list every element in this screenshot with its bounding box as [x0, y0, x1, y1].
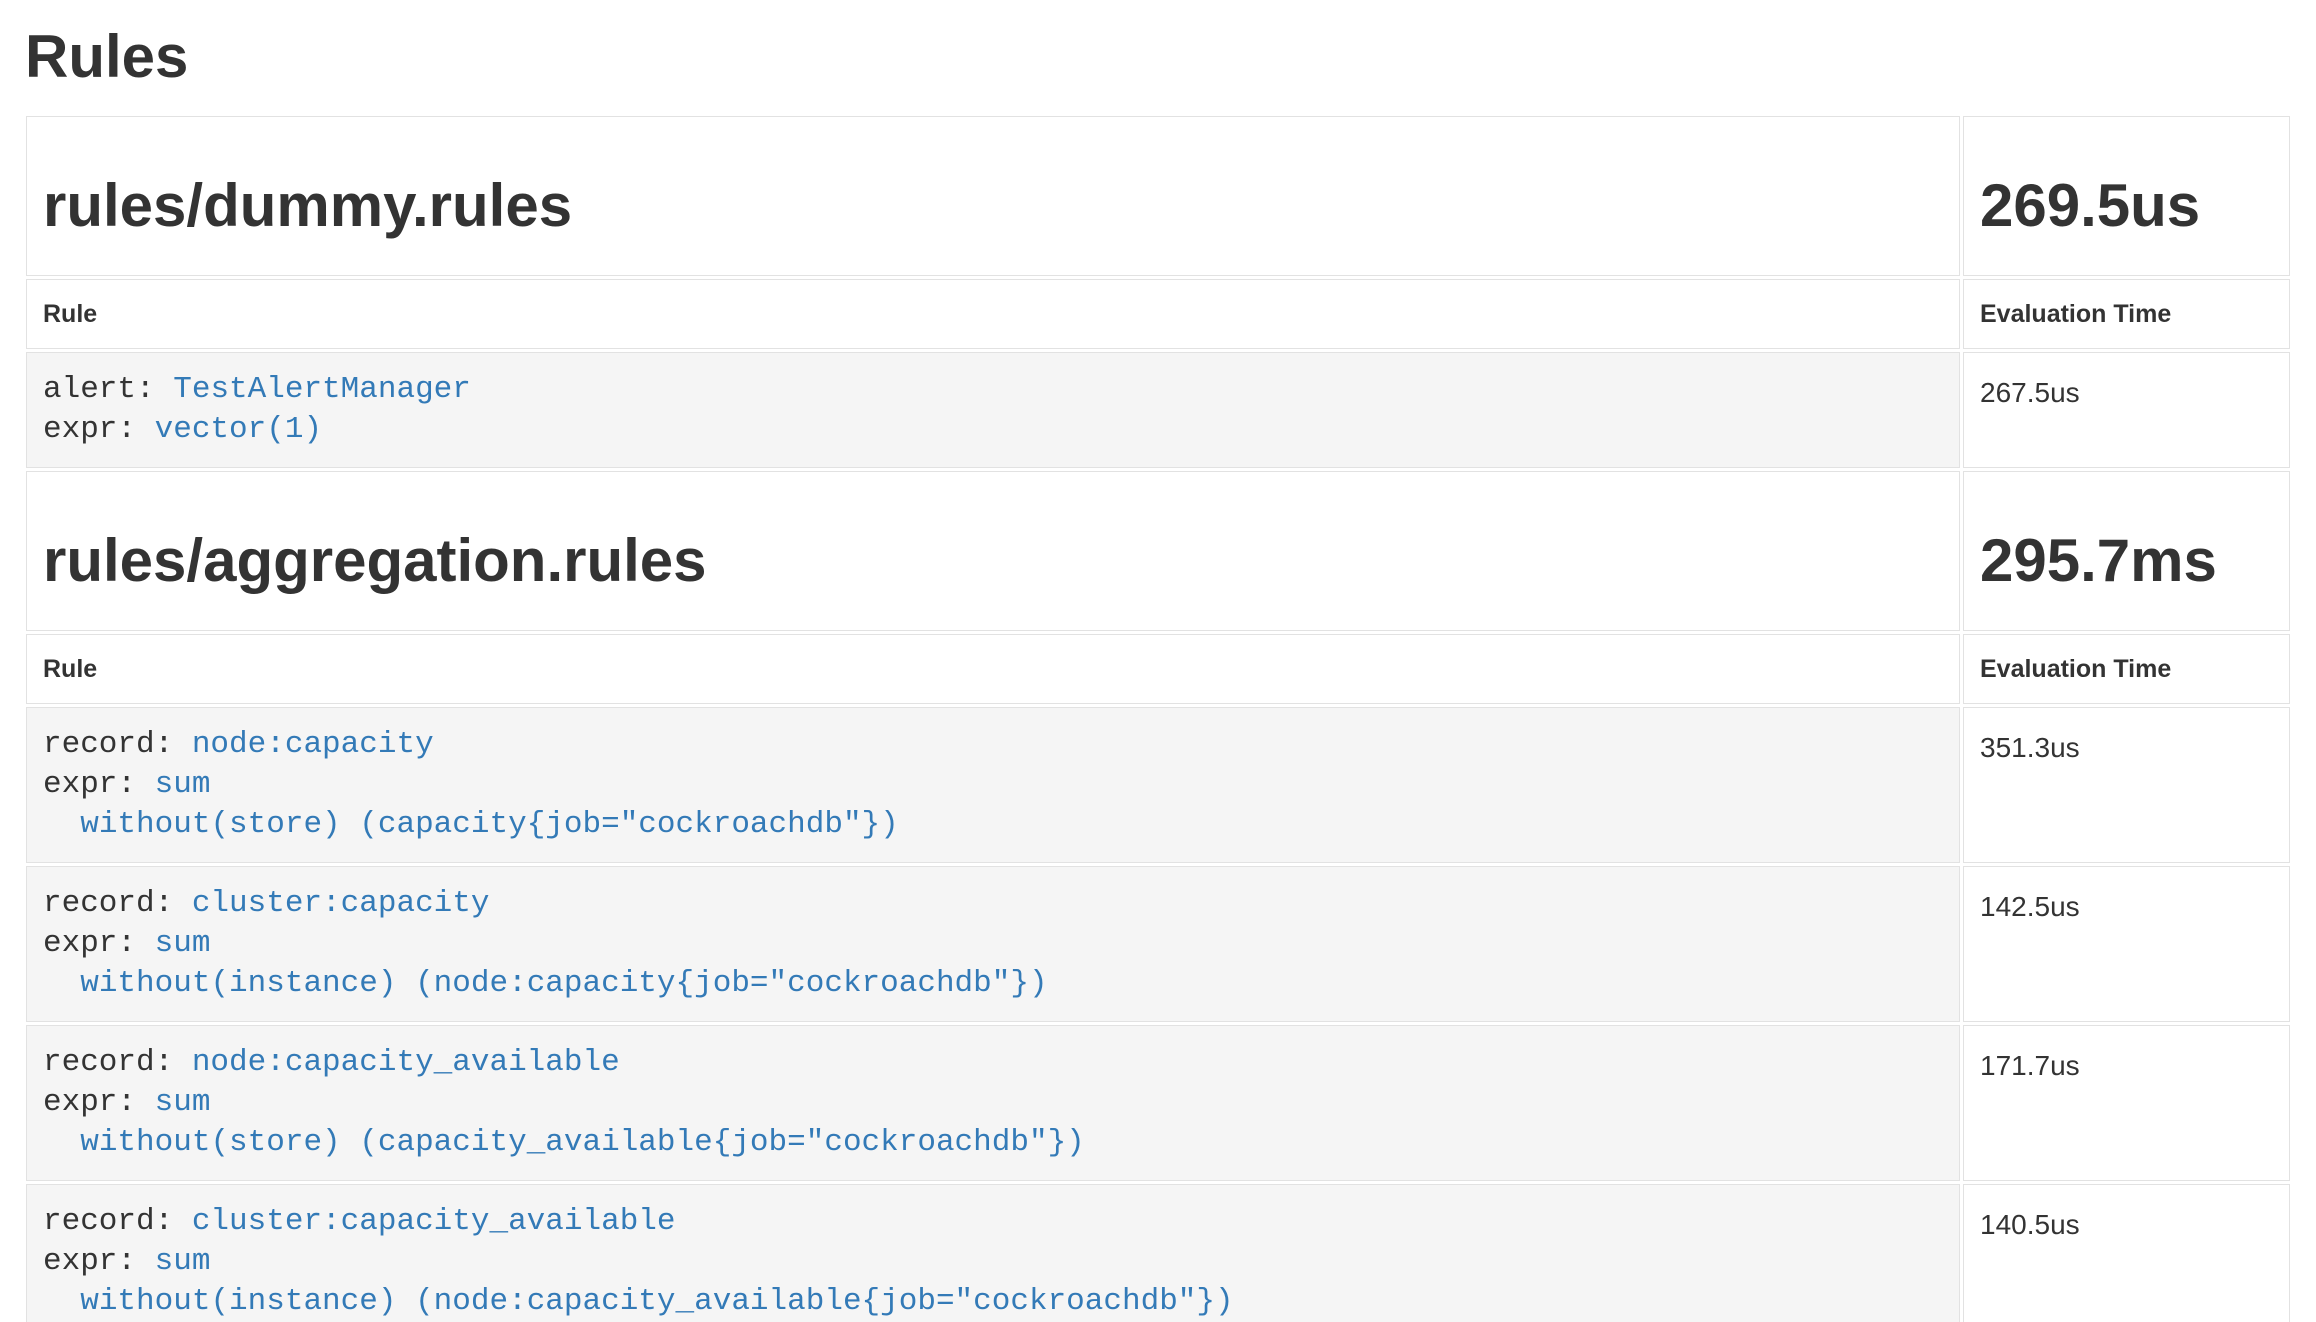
rule-keyword-text: expr: — [43, 926, 155, 961]
rule-group-header-row: rules/aggregation.rules 295.7ms — [26, 471, 2290, 631]
page-title: Rules — [25, 24, 2293, 90]
rule-group-eval-time-cell: 269.5us — [1963, 116, 2290, 276]
rule-keyword-text: record: — [43, 1204, 192, 1239]
rule-eval-time-cell: 267.5us — [1963, 352, 2290, 468]
rule-row: record: node:capacity_available expr: su… — [26, 1025, 2290, 1181]
rule-group-eval-time-cell: 295.7ms — [1963, 471, 2290, 631]
rule-group-file-name: rules/dummy.rules — [43, 173, 1943, 239]
rule-eval-time-cell: 351.3us — [1963, 707, 2290, 863]
rule-row: record: node:capacity expr: sum without(… — [26, 707, 2290, 863]
rule-keyword-text: alert: — [43, 372, 173, 407]
rule-keyword-text — [43, 1284, 80, 1319]
rule-cell: record: node:capacity_available expr: su… — [26, 1025, 1960, 1181]
rule-row: record: cluster:capacity expr: sum witho… — [26, 866, 2290, 1022]
rule-keyword-text: expr: — [43, 1244, 155, 1279]
rule-text: record: node:capacity expr: sum without(… — [43, 725, 1943, 845]
rule-expression-link[interactable]: cluster:capacity_available — [192, 1204, 676, 1239]
rule-keyword-text — [43, 966, 80, 1001]
rule-column-header: Rule — [26, 279, 1960, 349]
rule-text: record: cluster:capacity expr: sum witho… — [43, 884, 1943, 1004]
rule-keyword-text: expr: — [43, 412, 155, 447]
rule-keyword-text: record: — [43, 886, 192, 921]
rule-row: alert: TestAlertManager expr: vector(1)2… — [26, 352, 2290, 468]
rules-table-body: rules/dummy.rules269.5usRuleEvaluation T… — [26, 116, 2290, 1322]
rule-expression-link[interactable]: sum — [155, 767, 211, 802]
rule-expression-link[interactable]: sum — [155, 926, 211, 961]
rule-keyword-text: record: — [43, 727, 192, 762]
column-header-row: RuleEvaluation Time — [26, 634, 2290, 704]
rule-expression-link[interactable]: node:capacity_available — [192, 1045, 620, 1080]
rule-expression-link[interactable]: without(store) (capacity_available{job="… — [80, 1125, 1085, 1160]
rule-row: record: cluster:capacity_available expr:… — [26, 1184, 2290, 1322]
rules-page: Rules rules/dummy.rules269.5usRuleEvalua… — [23, 24, 2293, 1322]
evaluation-time-column-header: Evaluation Time — [1963, 279, 2290, 349]
rule-expression-link[interactable]: cluster:capacity — [192, 886, 490, 921]
rule-group-header-row: rules/dummy.rules 269.5us — [26, 116, 2290, 276]
rule-keyword-text: expr: — [43, 767, 155, 802]
rule-eval-time-cell: 140.5us — [1963, 1184, 2290, 1322]
rule-column-header: Rule — [26, 634, 1960, 704]
rule-expression-link[interactable]: without(instance) (node:capacity_availab… — [80, 1284, 1233, 1319]
rule-expression-link[interactable]: vector(1) — [155, 412, 322, 447]
rule-cell: record: cluster:capacity_available expr:… — [26, 1184, 1960, 1322]
rule-expression-link[interactable]: without(store) (capacity{job="cockroachd… — [80, 807, 899, 842]
rule-expression-link[interactable]: without(instance) (node:capacity{job="co… — [80, 966, 1047, 1001]
rule-group-eval-time: 295.7ms — [1980, 528, 2273, 594]
rule-keyword-text: expr: — [43, 1085, 155, 1120]
rule-eval-time-cell: 171.7us — [1963, 1025, 2290, 1181]
rule-text: record: cluster:capacity_available expr:… — [43, 1202, 1943, 1322]
rule-cell: record: cluster:capacity expr: sum witho… — [26, 866, 1960, 1022]
rule-group-eval-time: 269.5us — [1980, 173, 2273, 239]
rule-expression-link[interactable]: sum — [155, 1244, 211, 1279]
rule-expression-link[interactable]: TestAlertManager — [173, 372, 471, 407]
column-header-row: RuleEvaluation Time — [26, 279, 2290, 349]
rule-cell: alert: TestAlertManager expr: vector(1) — [26, 352, 1960, 468]
rule-group-file-name: rules/aggregation.rules — [43, 528, 1943, 594]
rule-text: alert: TestAlertManager expr: vector(1) — [43, 370, 1943, 450]
evaluation-time-column-header: Evaluation Time — [1963, 634, 2290, 704]
rule-expression-link[interactable]: sum — [155, 1085, 211, 1120]
rule-cell: record: node:capacity expr: sum without(… — [26, 707, 1960, 863]
rule-expression-link[interactable]: node:capacity — [192, 727, 434, 762]
rule-group-file-cell: rules/dummy.rules — [26, 116, 1960, 276]
rule-keyword-text — [43, 1125, 80, 1160]
rule-group-file-cell: rules/aggregation.rules — [26, 471, 1960, 631]
rule-keyword-text: record: — [43, 1045, 192, 1080]
rule-keyword-text — [43, 807, 80, 842]
rules-table: rules/dummy.rules269.5usRuleEvaluation T… — [23, 113, 2293, 1322]
rule-text: record: node:capacity_available expr: su… — [43, 1043, 1943, 1163]
rule-eval-time-cell: 142.5us — [1963, 866, 2290, 1022]
